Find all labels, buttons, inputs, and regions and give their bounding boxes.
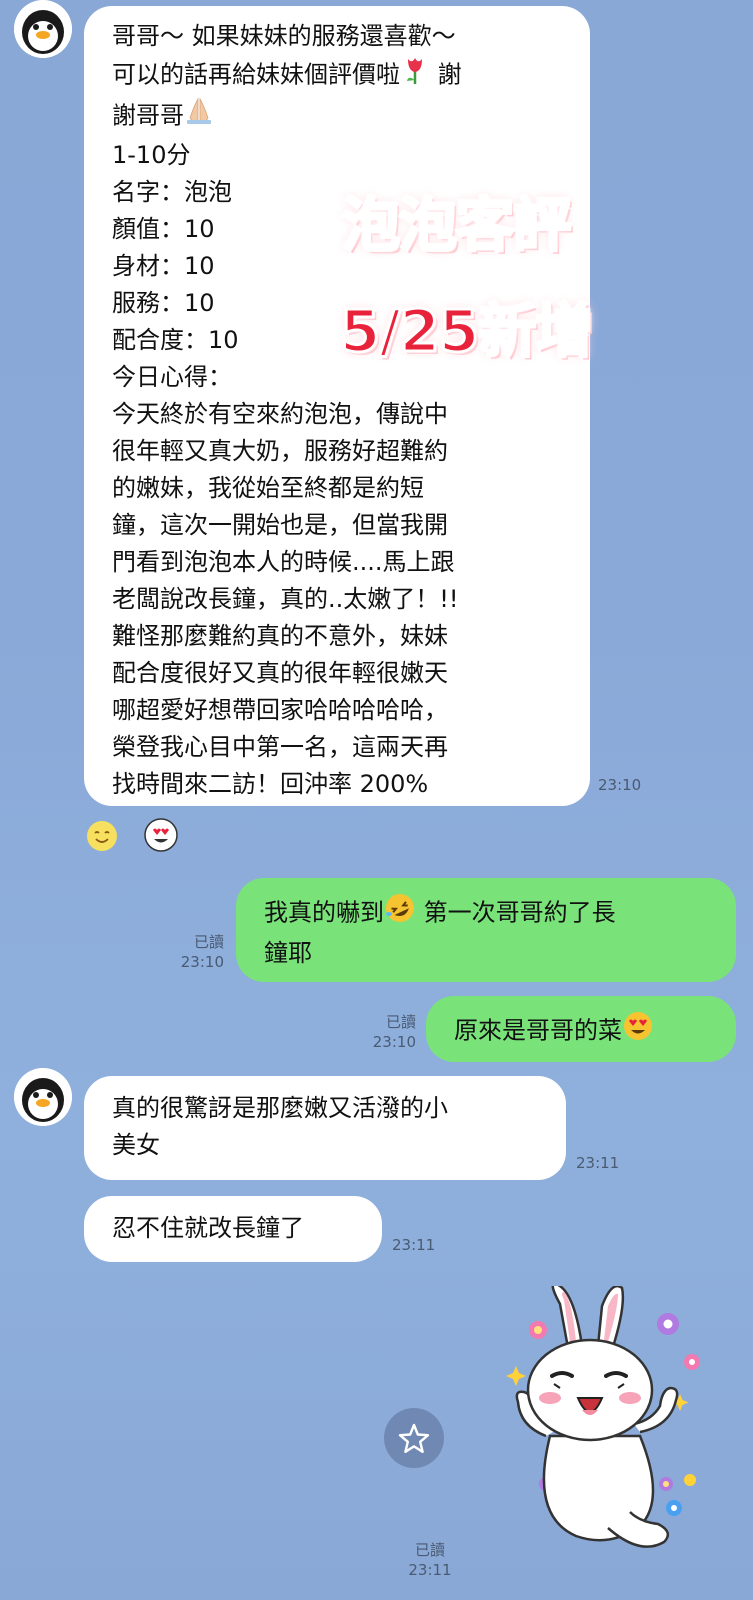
message-line: 配合度很好又真的很年輕很嫩天 [112,659,448,687]
message-line: 難怪那麼難約真的不意外，妹妹 [112,622,448,650]
message-line: 老闆說改長鐘，真的..太嫩了！!! [112,585,459,613]
message-line: 很年輕又真大奶，服務好超難約 [112,437,448,465]
penguin-icon[interactable] [14,0,72,58]
heart-eyes-emoji-icon [622,1010,654,1053]
star-button[interactable] [384,1408,444,1468]
folded-hands-emoji-icon [184,96,214,137]
smile-emoji-icon[interactable] [86,820,118,852]
star-icon [398,1423,430,1453]
message-line: 今天終於有空來約泡泡，傳說中 [112,400,448,428]
rolling-laughing-emoji-icon [384,892,416,935]
message-time: 23:11 [392,1236,436,1254]
overlay-subtitle: 5/25新增 [338,296,594,367]
heart-eyes-emoji-icon[interactable] [144,818,178,852]
message-line: 找時間來二訪！回沖率 200% [112,770,429,798]
message-line: 可以的話再給妹妹個評價啦 謝 [112,55,590,96]
penguin-icon[interactable] [14,1068,72,1126]
read-receipt: 已讀 23:10 [180,933,224,971]
message-line: 原來是哥哥的菜 [454,1010,736,1053]
message-line: 門看到泡泡本人的時候....馬上跟 [112,548,455,576]
message-bubble-outgoing[interactable]: 原來是哥哥的菜 [426,996,736,1062]
message-line: 哥哥～ 如果妹妹的服務還喜歡～ [112,22,456,50]
tulip-emoji-icon [400,55,430,96]
message-line: 的嫩妹，我從始至終都是約短 [112,474,424,502]
overlay-title: 泡泡客評 [340,190,572,261]
message-bubble-incoming[interactable]: 真的很驚訝是那麼嫩又活潑的小 美女 [84,1076,566,1180]
message-line: 我真的嚇到 第一次哥哥約了長 [264,892,736,935]
message-bubble-incoming[interactable]: 忍不住就改長鐘了 [84,1196,382,1262]
message-time: 23:10 [598,776,642,794]
read-receipt: 已讀 23:11 [408,1541,452,1579]
message-line: 鐘，這次一開始也是，但當我開 [112,511,448,539]
message-line: 忍不住就改長鐘了 [112,1214,304,1242]
message-line: 1-10分 [112,141,191,169]
message-bubble-outgoing[interactable]: 我真的嚇到 第一次哥哥約了長 鐘耶 [236,878,736,982]
message-line: 榮登我心目中第一名，這兩天再 [112,733,448,761]
message-line: 哪超愛好想帶回家哈哈哈哈哈， [112,696,448,724]
message-bubble-incoming[interactable]: 哥哥～ 如果妹妹的服務還喜歡～ 可以的話再給妹妹個評價啦 謝 謝哥哥 1-10分… [84,6,590,806]
cony-rabbit-sticker[interactable] [490,1282,710,1558]
read-receipt: 已讀 23:10 [372,1013,416,1051]
message-line: 鐘耶 [264,939,312,967]
message-time: 23:11 [576,1154,620,1172]
message-line: 美女 [112,1131,160,1159]
message-line: 真的很驚訝是那麼嫩又活潑的小 [112,1094,448,1122]
message-line: 謝哥哥 [112,96,590,137]
